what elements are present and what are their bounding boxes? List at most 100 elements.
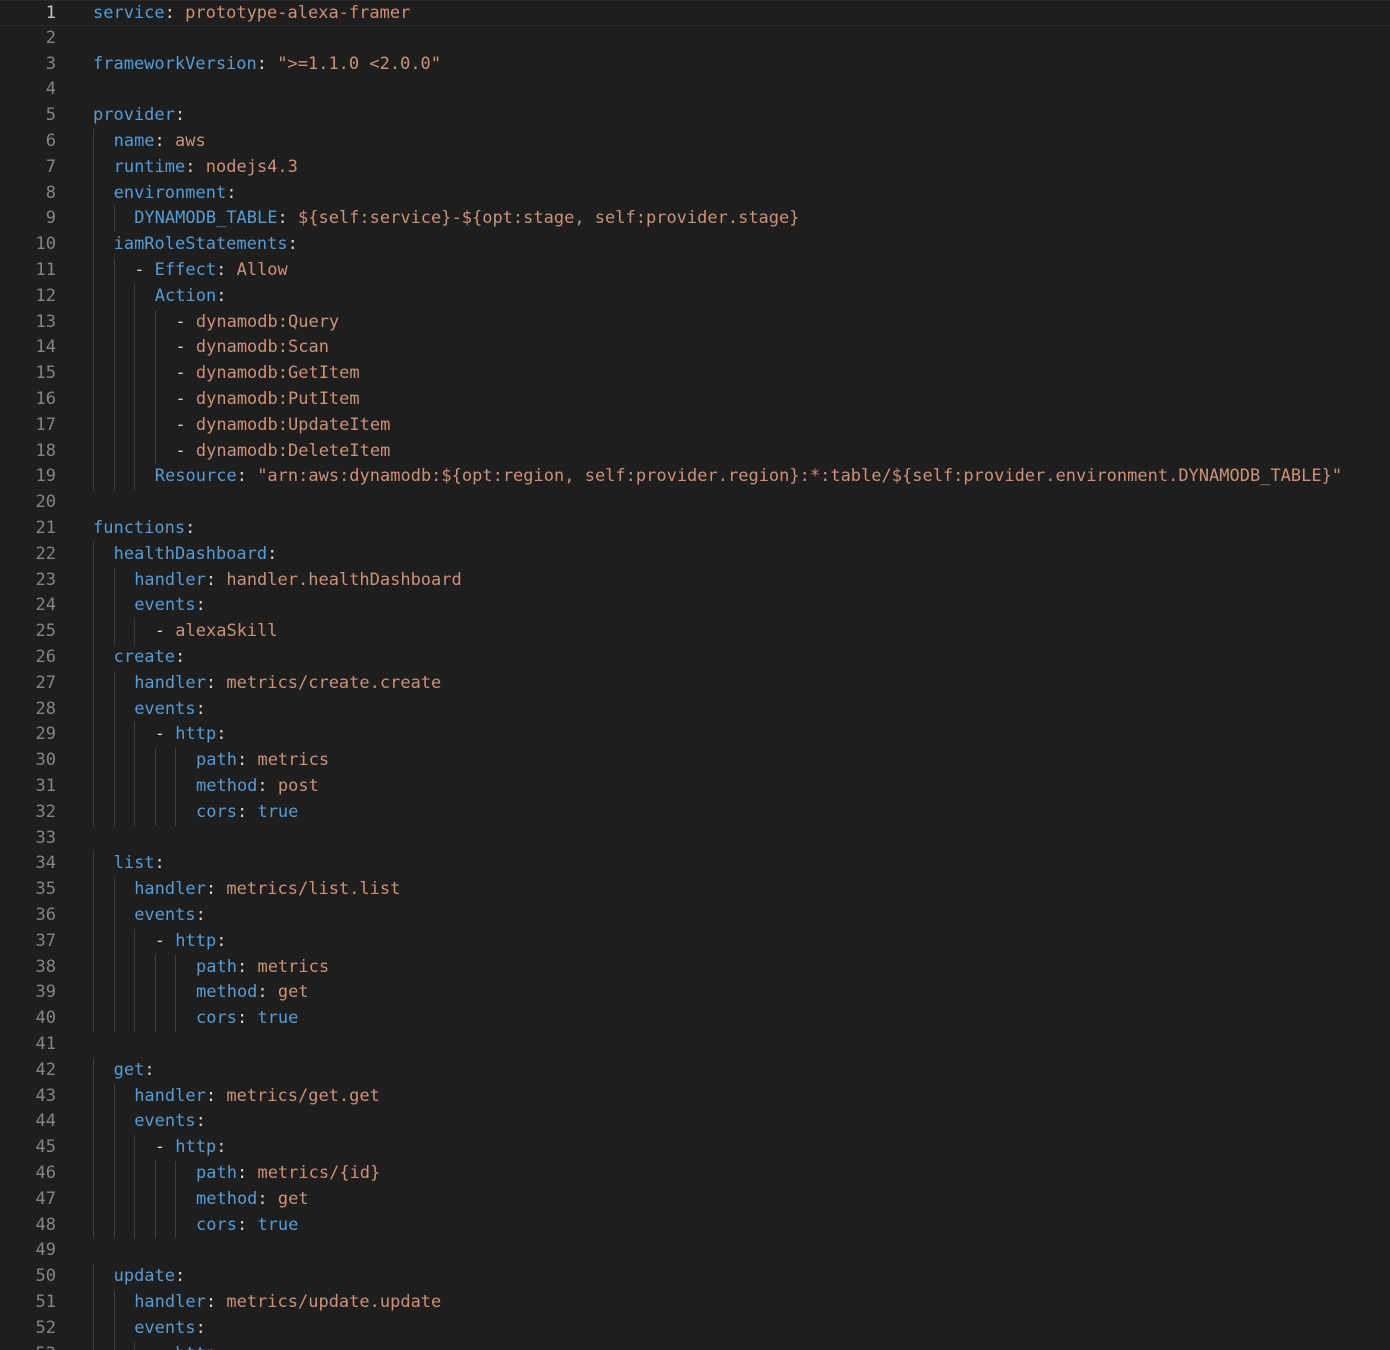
code-line[interactable]: 23 handler: handler.healthDashboard: [0, 568, 1390, 594]
colon: :: [236, 1163, 248, 1183]
indent-guide: [114, 1135, 115, 1161]
indent-guide: [93, 722, 94, 749]
code-line[interactable]: 50 update:: [0, 1264, 1390, 1290]
indent-guide: [93, 903, 94, 929]
code-line[interactable]: 40 cors: true: [0, 1006, 1390, 1032]
code-line[interactable]: 17 - dynamodb:UpdateItem: [0, 413, 1390, 439]
code-line[interactable]: 51 handler: metrics/update.update: [0, 1290, 1390, 1316]
yaml-key: path: [196, 956, 237, 977]
code-line[interactable]: 16 - dynamodb:PutItem: [0, 387, 1390, 413]
indent-guide: [93, 593, 94, 620]
indent-guide: [175, 799, 176, 826]
code-line[interactable]: 47 method: get: [0, 1187, 1390, 1213]
colon: :: [257, 982, 268, 1003]
code-line[interactable]: 9 DYNAMODB_TABLE: ${self:service}-${opt:s…: [0, 206, 1390, 232]
code-line[interactable]: 34 list:: [0, 851, 1390, 877]
code-line[interactable]: 1 service: prototype-alexa-framer: [0, 0, 1390, 26]
code-line[interactable]: 18 - dynamodb:DeleteItem: [0, 439, 1390, 465]
code-text: environment:: [114, 181, 237, 207]
code-line[interactable]: 21 functions:: [0, 516, 1390, 542]
code-line[interactable]: 30 path: metrics: [0, 748, 1390, 774]
code-line[interactable]: 39 method: get: [0, 980, 1390, 1006]
code-text: - http:: [155, 929, 227, 955]
code-line[interactable]: 11 - Effect: Allow: [0, 258, 1390, 284]
code-line[interactable]: 27 handler: metrics/create.create: [0, 671, 1390, 697]
code-line[interactable]: 10 iamRoleStatements:: [0, 232, 1390, 258]
code-text: name: aws: [114, 129, 206, 155]
code-line[interactable]: 7 runtime: nodejs4.3: [0, 155, 1390, 181]
indent-guide: [134, 309, 135, 336]
code-line[interactable]: 48 cors: true: [0, 1213, 1390, 1239]
code-line[interactable]: 49: [0, 1238, 1390, 1264]
code-line[interactable]: 29 - http:: [0, 722, 1390, 748]
line-number: 4: [45, 79, 56, 100]
line-number: 37: [35, 930, 56, 951]
code-text: method: get: [196, 1187, 309, 1213]
code-line[interactable]: 26 create:: [0, 645, 1390, 671]
code-line[interactable]: 4: [0, 77, 1390, 103]
code-line[interactable]: 42 get:: [0, 1058, 1390, 1084]
indent-guide: [114, 593, 115, 620]
code-line[interactable]: 46 path: metrics/{id}: [0, 1161, 1390, 1187]
code-editor[interactable]: 1 service: prototype-alexa-framer 2 3 framew…: [0, 0, 1390, 1350]
indent-guide: [134, 361, 135, 387]
indent-guide: [93, 1341, 94, 1350]
yaml-value: metrics: [257, 750, 330, 771]
colon: :: [236, 1214, 248, 1235]
code-line[interactable]: 13 - dynamodb:Query: [0, 310, 1390, 336]
colon: :: [257, 776, 268, 796]
code-line[interactable]: 53 - http:: [0, 1342, 1390, 1350]
code-line[interactable]: 45 - http:: [0, 1135, 1390, 1161]
code-line[interactable]: 3 frameworkVersion: ">=1.1.0 <2.0.0": [0, 52, 1390, 78]
line-number: 40: [35, 1008, 56, 1029]
code-line[interactable]: 31 method: post: [0, 774, 1390, 800]
code-line[interactable]: 43 handler: metrics/get.get: [0, 1084, 1390, 1110]
code-line[interactable]: 25 - alexaSkill: [0, 619, 1390, 645]
code-line[interactable]: 6 name: aws: [0, 129, 1390, 155]
line-number: 50: [35, 1266, 56, 1287]
code-line[interactable]: 2: [0, 26, 1390, 52]
indent-guide: [175, 1006, 176, 1032]
indent-guide: [114, 1161, 115, 1187]
code-line[interactable]: 37 - http:: [0, 929, 1390, 955]
code-line[interactable]: 19 Resource: "arn:aws:dynamodb:${opt:regi…: [0, 464, 1390, 490]
line-number: 34: [35, 853, 56, 874]
colon: :: [236, 1008, 248, 1029]
code-line[interactable]: 32 cors: true: [0, 800, 1390, 826]
indent-guide: [175, 1186, 176, 1213]
code-line[interactable]: 12 Action:: [0, 284, 1390, 310]
yaml-key: events: [134, 595, 196, 616]
yaml-value: aws: [175, 131, 206, 151]
code-text: path: metrics: [196, 955, 329, 981]
yaml-key: cors: [196, 1214, 237, 1235]
code-line[interactable]: 15 - dynamodb:GetItem: [0, 361, 1390, 387]
code-line[interactable]: 44 events:: [0, 1109, 1390, 1135]
indent-guide: [155, 361, 156, 387]
code-line[interactable]: 14 - dynamodb:Scan: [0, 335, 1390, 361]
code-line[interactable]: 52 events:: [0, 1316, 1390, 1342]
code-line[interactable]: 22 healthDashboard:: [0, 542, 1390, 568]
indent-guide: [93, 851, 94, 878]
line-number: 19: [35, 466, 56, 487]
code-line[interactable]: 41: [0, 1032, 1390, 1058]
indent-guide: [114, 670, 115, 697]
code-line[interactable]: 5 provider:: [0, 103, 1390, 129]
list-dash: -: [175, 363, 196, 384]
colon: :: [216, 724, 227, 745]
code-line[interactable]: 36 events:: [0, 903, 1390, 929]
code-line[interactable]: 33: [0, 826, 1390, 852]
code-line[interactable]: 20: [0, 490, 1390, 516]
code-line[interactable]: 35 handler: metrics/list.list: [0, 877, 1390, 903]
indent-guide: [114, 1290, 115, 1316]
code-line[interactable]: 38 path: metrics: [0, 955, 1390, 981]
code-line[interactable]: 24 events:: [0, 593, 1390, 619]
code-text: provider:: [93, 103, 185, 129]
line-number: 8: [45, 182, 56, 203]
code-line[interactable]: 28 events:: [0, 697, 1390, 723]
indent-guide: [155, 1212, 156, 1239]
line-number: 43: [35, 1085, 56, 1106]
code-line[interactable]: 8 environment:: [0, 181, 1390, 207]
colon: :: [144, 1059, 155, 1080]
